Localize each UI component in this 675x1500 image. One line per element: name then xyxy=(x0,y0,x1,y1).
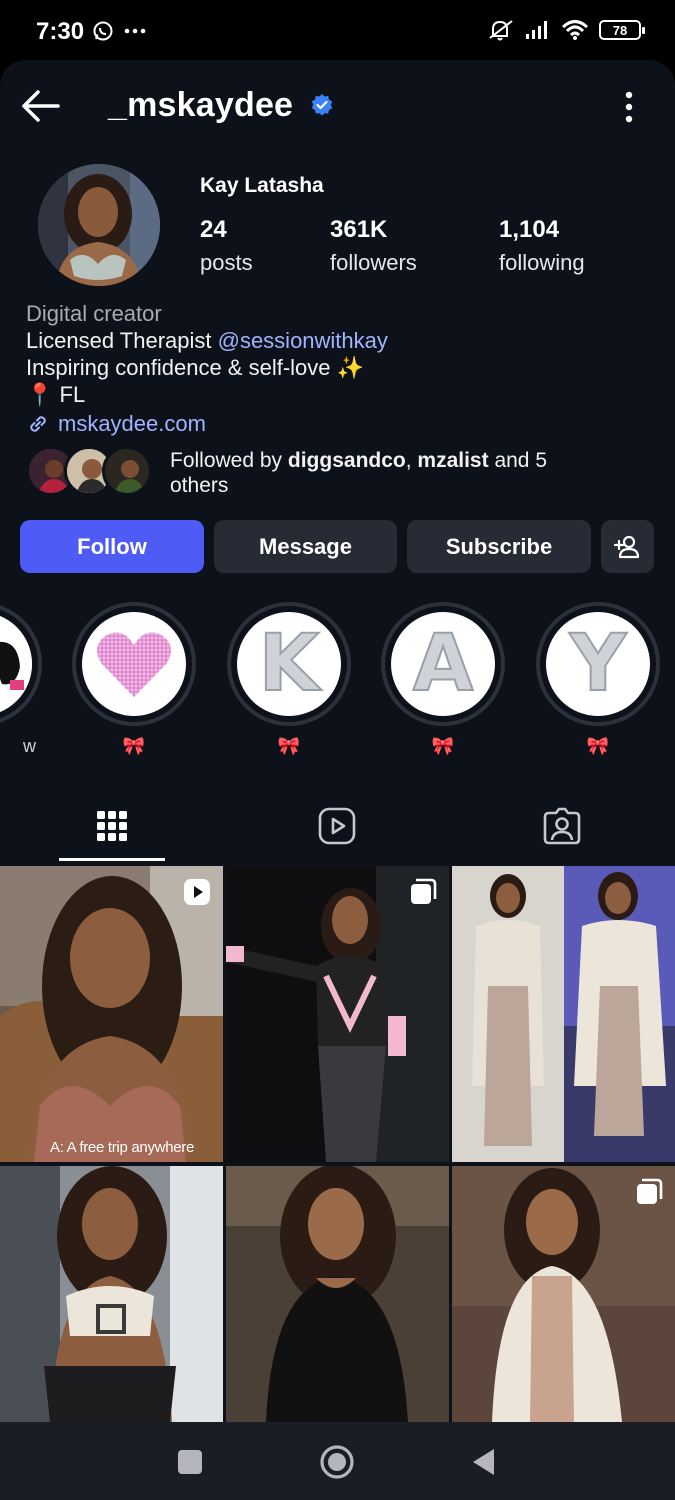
following-count[interactable]: 1,104 following xyxy=(499,216,585,276)
stat-label: followers xyxy=(330,250,417,275)
recents-button[interactable] xyxy=(170,1442,210,1482)
posts-grid: A: A free trip anywhere xyxy=(0,866,675,1422)
battery-level: 78 xyxy=(612,22,628,38)
wifi-icon xyxy=(561,20,589,40)
profile-avatar[interactable] xyxy=(38,164,160,286)
mutual-avatars xyxy=(26,446,156,498)
highlight-label: 🎀 xyxy=(586,736,610,756)
home-button[interactable] xyxy=(317,1442,357,1482)
system-nav-bar xyxy=(0,1422,675,1500)
battery-icon: 78 xyxy=(599,20,645,40)
grid-icon xyxy=(97,811,127,841)
profile-screen: _mskaydee Kay Latasha 24 posts 361K foll… xyxy=(0,60,675,1422)
reel-badge-icon xyxy=(183,878,211,906)
bio-location: 📍 FL xyxy=(26,382,86,407)
highlight-cover xyxy=(0,612,32,716)
square-icon xyxy=(178,1450,202,1474)
avatar xyxy=(102,446,152,496)
highlight-letter: A xyxy=(412,618,474,710)
circle-home-icon xyxy=(320,1445,354,1479)
highlight-item[interactable]: K 🎀 xyxy=(227,602,351,757)
top-bar: _mskaydee xyxy=(0,60,675,152)
tab-tagged[interactable] xyxy=(507,788,617,864)
profile-category: Digital creator xyxy=(26,301,162,326)
highlight-item[interactable]: w xyxy=(0,602,42,757)
status-bar: 7:30 78 xyxy=(0,0,675,62)
bio-line-2: Inspiring confidence & self-love ✨ xyxy=(26,355,365,380)
highlight-cover: A xyxy=(391,612,495,716)
carousel-badge-icon xyxy=(635,1178,663,1206)
post-thumbnail[interactable] xyxy=(226,866,449,1162)
highlight-letter: Y xyxy=(569,618,628,710)
highlight-label: 🎀 xyxy=(122,736,146,756)
posts-count[interactable]: 24 posts xyxy=(200,216,253,276)
followers-count[interactable]: 361K followers xyxy=(330,216,417,276)
stat-value: 361K xyxy=(330,216,388,243)
highlight-item[interactable]: Y 🎀 xyxy=(536,602,660,757)
back-arrow-icon[interactable] xyxy=(18,86,62,126)
link-icon xyxy=(30,415,46,432)
heart-icon xyxy=(97,632,171,697)
highlight-item[interactable]: A 🎀 xyxy=(381,602,505,757)
bio-mention-link[interactable]: @sessionwithkay xyxy=(218,328,388,353)
mute-icon xyxy=(489,20,513,41)
stat-value: 24 xyxy=(200,216,227,243)
bio-line-1: Licensed Therapist @sessionwithkay xyxy=(26,327,388,354)
highlight-label: w xyxy=(23,736,36,756)
mutual-user-2[interactable]: mzalist xyxy=(417,449,488,472)
verified-badge-icon xyxy=(311,94,333,116)
post-thumbnail[interactable] xyxy=(226,1166,449,1422)
active-tab-indicator xyxy=(59,858,165,861)
followed-by-separator: , xyxy=(405,449,418,472)
stat-label: posts xyxy=(200,250,253,275)
tab-reels[interactable] xyxy=(282,788,392,864)
message-button[interactable]: Message xyxy=(214,520,397,573)
website-text: mskaydee.com xyxy=(58,411,206,436)
followed-by-text: Followed by diggsandco, mzalist and 5 ot… xyxy=(170,448,610,498)
profile-username: _mskaydee xyxy=(108,86,294,124)
stat-label: following xyxy=(499,250,585,275)
post-thumbnail[interactable]: A: A free trip anywhere xyxy=(0,866,223,1162)
whatsapp-icon xyxy=(93,21,113,41)
highlight-letter: K xyxy=(258,618,320,710)
tab-grid[interactable] xyxy=(57,788,167,864)
carousel-badge-icon xyxy=(409,878,437,906)
highlight-cover: Y xyxy=(546,612,650,716)
post-caption: A: A free trip anywhere xyxy=(50,1139,195,1156)
follow-button[interactable]: Follow xyxy=(20,520,204,573)
more-options-icon[interactable] xyxy=(623,90,635,124)
profile-bio: Digital creator Licensed Therapist @sess… xyxy=(26,300,388,437)
post-thumbnail[interactable] xyxy=(0,1166,223,1422)
add-person-icon xyxy=(613,535,639,558)
mutual-user-1[interactable]: diggsandco xyxy=(288,449,406,472)
subscribe-button[interactable]: Subscribe xyxy=(407,520,591,573)
stat-value: 1,104 xyxy=(499,216,560,243)
post-thumbnail[interactable] xyxy=(452,1166,675,1422)
followed-by-prefix: Followed by xyxy=(170,449,288,472)
more-dots-icon xyxy=(124,28,146,34)
story-highlights: w 🎀 K 🎀 A 🎀 Y 🎀 xyxy=(0,602,675,762)
triangle-back-icon xyxy=(473,1449,494,1475)
profile-full-name: Kay Latasha xyxy=(200,174,324,197)
bio-text: Licensed Therapist xyxy=(26,328,218,353)
profile-website-link[interactable]: mskaydee.com xyxy=(26,410,388,437)
highlight-cover xyxy=(82,612,186,716)
suggest-user-button[interactable] xyxy=(601,520,654,573)
signal-icon xyxy=(526,21,547,39)
highlight-item[interactable]: 🎀 xyxy=(72,602,196,757)
tagged-icon xyxy=(543,807,581,845)
reels-icon xyxy=(318,807,356,845)
highlight-label: 🎀 xyxy=(431,736,455,756)
highlight-label: 🎀 xyxy=(277,736,301,756)
status-time: 7:30 xyxy=(36,18,85,45)
content-tabs xyxy=(0,788,675,864)
highlight-cover: K xyxy=(237,612,341,716)
back-nav-button[interactable] xyxy=(464,1442,504,1482)
post-thumbnail[interactable] xyxy=(452,866,675,1162)
